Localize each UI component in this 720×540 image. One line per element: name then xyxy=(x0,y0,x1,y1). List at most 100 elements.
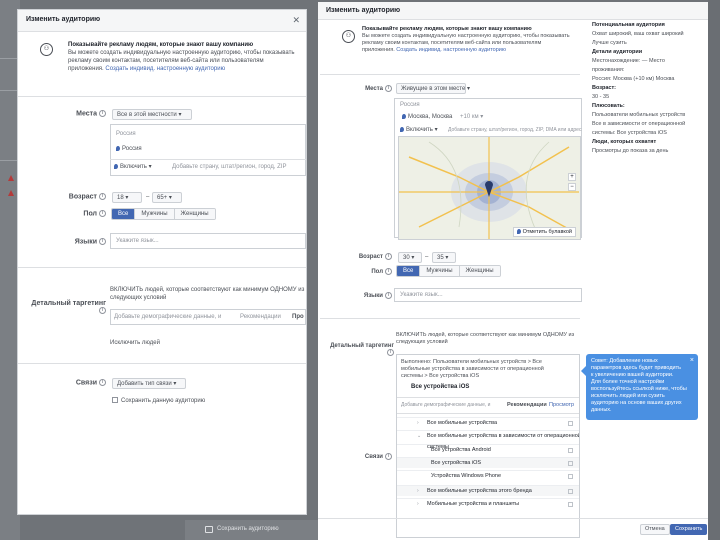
close-icon[interactable]: × xyxy=(690,357,694,364)
info-icon[interactable]: i xyxy=(385,85,392,92)
info-icon[interactable]: i xyxy=(99,110,106,117)
selected-city[interactable]: Москва, Москва xyxy=(402,113,452,121)
info-icon[interactable]: i xyxy=(385,253,392,260)
intro-text: Вы можете создать индивидуальную настрое… xyxy=(68,50,295,56)
checkbox-icon[interactable] xyxy=(568,448,573,453)
age-to-dropdown[interactable]: 65+ xyxy=(152,192,182,203)
radius-dropdown[interactable]: +10 км ▾ xyxy=(460,113,483,121)
detailed-include-text: ВКЛЮЧИТЬ людей, которые соответствуют ка… xyxy=(110,287,305,293)
checkbox-icon[interactable] xyxy=(568,461,573,466)
info-icon[interactable]: i xyxy=(99,379,106,386)
audience-summary: Потенциальная аудитория Охват широкий, ва… xyxy=(592,22,704,157)
intro-block: Показывайте рекламу людям, которые знают… xyxy=(362,26,572,54)
chevron-right-icon: › xyxy=(417,420,419,426)
device-option[interactable]: › Все мобильные устройства этого бренда xyxy=(397,485,579,496)
browse-button[interactable]: Про xyxy=(292,313,304,321)
info-icon[interactable]: i xyxy=(99,193,106,200)
pin-icon xyxy=(114,163,118,169)
info-icon[interactable]: i xyxy=(99,307,106,314)
create-audience-link[interactable]: Создать индивид. настроенную аудиторию xyxy=(105,66,225,72)
age-from-dropdown[interactable]: 30 xyxy=(398,252,422,263)
warning-icon xyxy=(8,175,14,181)
info-icon[interactable]: i xyxy=(99,210,106,217)
age-dash: – xyxy=(146,194,150,200)
checkbox-icon[interactable] xyxy=(568,421,573,426)
suggestions-button[interactable]: Рекомендации xyxy=(240,313,281,321)
device-option[interactable]: ⌄ Все мобильные устройства в зависимости … xyxy=(397,430,579,450)
intro-block: Показывайте рекламу людям, которые знают… xyxy=(68,41,306,73)
chevron-right-icon: › xyxy=(417,488,419,494)
gender-selector: Все Мужчины Женщины xyxy=(396,265,501,277)
gender-women-button[interactable]: Женщины xyxy=(174,209,215,219)
device-option[interactable]: › Мобильные устройства и планшеты xyxy=(397,498,579,509)
device-option[interactable]: Устройства Windows Phone xyxy=(397,470,579,481)
selected-country[interactable]: Россия xyxy=(116,145,142,153)
places-dropdown[interactable]: Все в этой местности xyxy=(112,109,192,120)
detailed-include-text: следующих условий xyxy=(396,339,448,345)
age-dash: – xyxy=(425,254,429,260)
detailed-targeting-label: Детальный таргетингi xyxy=(330,343,394,356)
gender-all-button[interactable]: Все xyxy=(112,209,136,219)
detailed-include-text: следующих условий xyxy=(110,295,167,301)
drop-pin-button[interactable]: Отметить булавкой xyxy=(512,227,576,237)
info-icon[interactable]: i xyxy=(387,349,394,356)
intro-text: Вы можете создать индивидуальную настрое… xyxy=(362,33,570,39)
country-group-label: Россия xyxy=(400,102,420,108)
device-option[interactable]: › Все мобильные устройства xyxy=(397,417,579,428)
places-dropdown[interactable]: Живущие в этом месте xyxy=(396,83,466,94)
checkbox-icon[interactable] xyxy=(568,474,573,479)
device-option[interactable]: Все устройства iOS xyxy=(397,457,579,468)
languages-label: Языки i xyxy=(326,292,392,299)
checkbox-icon[interactable] xyxy=(568,489,573,494)
save-audience-checkbox[interactable]: Сохранить данную аудиторию xyxy=(112,397,205,405)
summary-heading: Плюсовать: xyxy=(592,103,625,109)
include-dropdown[interactable]: Включить ▾ xyxy=(114,163,152,171)
exclude-people-link[interactable]: Исключить людей xyxy=(110,339,160,347)
devices-search-input[interactable]: Добавьте демографические данные, и xyxy=(401,402,490,408)
location-search-input[interactable]: Добавьте страну, штат/регион, город, ZIP… xyxy=(448,127,581,133)
device-option[interactable]: Все устройства Android xyxy=(397,444,579,455)
info-icon[interactable]: i xyxy=(385,453,392,460)
tip-tooltip: × Совет: Добавление новых параметров зде… xyxy=(581,354,698,420)
zoom-in-icon[interactable]: + xyxy=(568,173,576,181)
gender-all-button[interactable]: Все xyxy=(397,266,421,276)
checkbox-icon[interactable] xyxy=(568,502,573,507)
connections-dropdown[interactable]: Добавить тип связи xyxy=(112,378,186,389)
divider xyxy=(318,518,708,519)
background-page-right xyxy=(708,0,720,540)
gender-selector: Все Мужчины Женщины xyxy=(111,208,216,220)
include-dropdown[interactable]: Включить ▾ xyxy=(400,126,438,134)
summary-heading: Люди, которых охватят xyxy=(592,139,657,145)
connections-label: Связи i xyxy=(30,379,106,386)
gender-women-button[interactable]: Женщины xyxy=(459,266,500,276)
suggestions-button[interactable]: Рекомендации xyxy=(507,401,547,409)
left-edit-audience-modal: Изменить аудиторию ✕ xyxy=(17,9,307,515)
close-icon[interactable]: ✕ xyxy=(292,15,300,26)
zoom-out-icon[interactable]: − xyxy=(568,183,576,191)
gender-men-button[interactable]: Мужчины xyxy=(420,266,460,276)
intro-text: приложения. xyxy=(362,47,395,53)
summary-heading: Детали аудитории xyxy=(592,49,643,55)
age-to-dropdown[interactable]: 35 xyxy=(432,252,456,263)
divider xyxy=(18,96,306,97)
warning-icon xyxy=(8,190,14,196)
intro-title: Показывайте рекламу людям, которые знают… xyxy=(68,42,254,48)
info-icon[interactable]: i xyxy=(99,238,106,245)
selected-device-tag[interactable]: Все устройства iOS xyxy=(411,383,469,391)
location-search-input[interactable]: Добавьте страну, штат/регион, город, ZIP xyxy=(172,164,287,170)
cancel-button[interactable]: Отмена xyxy=(640,524,670,535)
age-label: Возраст i xyxy=(30,193,106,200)
intro-text: рекламу своим контактам, посетителям веб… xyxy=(362,40,542,46)
location-map[interactable]: + − Отметить булавкой xyxy=(398,136,581,240)
age-from-dropdown[interactable]: 18 xyxy=(112,192,142,203)
gender-men-button[interactable]: Мужчины xyxy=(135,209,175,219)
map-graphic xyxy=(399,137,580,239)
browse-button[interactable]: Просмотр xyxy=(549,401,574,409)
places-label: Места i xyxy=(326,85,392,92)
save-button[interactable]: Сохранить xyxy=(670,524,708,535)
create-audience-link[interactable]: Создать индивид. настроенную аудиторию xyxy=(396,47,506,53)
gender-label: Пол i xyxy=(326,268,392,275)
info-icon[interactable]: i xyxy=(385,268,392,275)
info-icon[interactable]: i xyxy=(385,292,392,299)
checkbox-icon xyxy=(112,397,118,404)
